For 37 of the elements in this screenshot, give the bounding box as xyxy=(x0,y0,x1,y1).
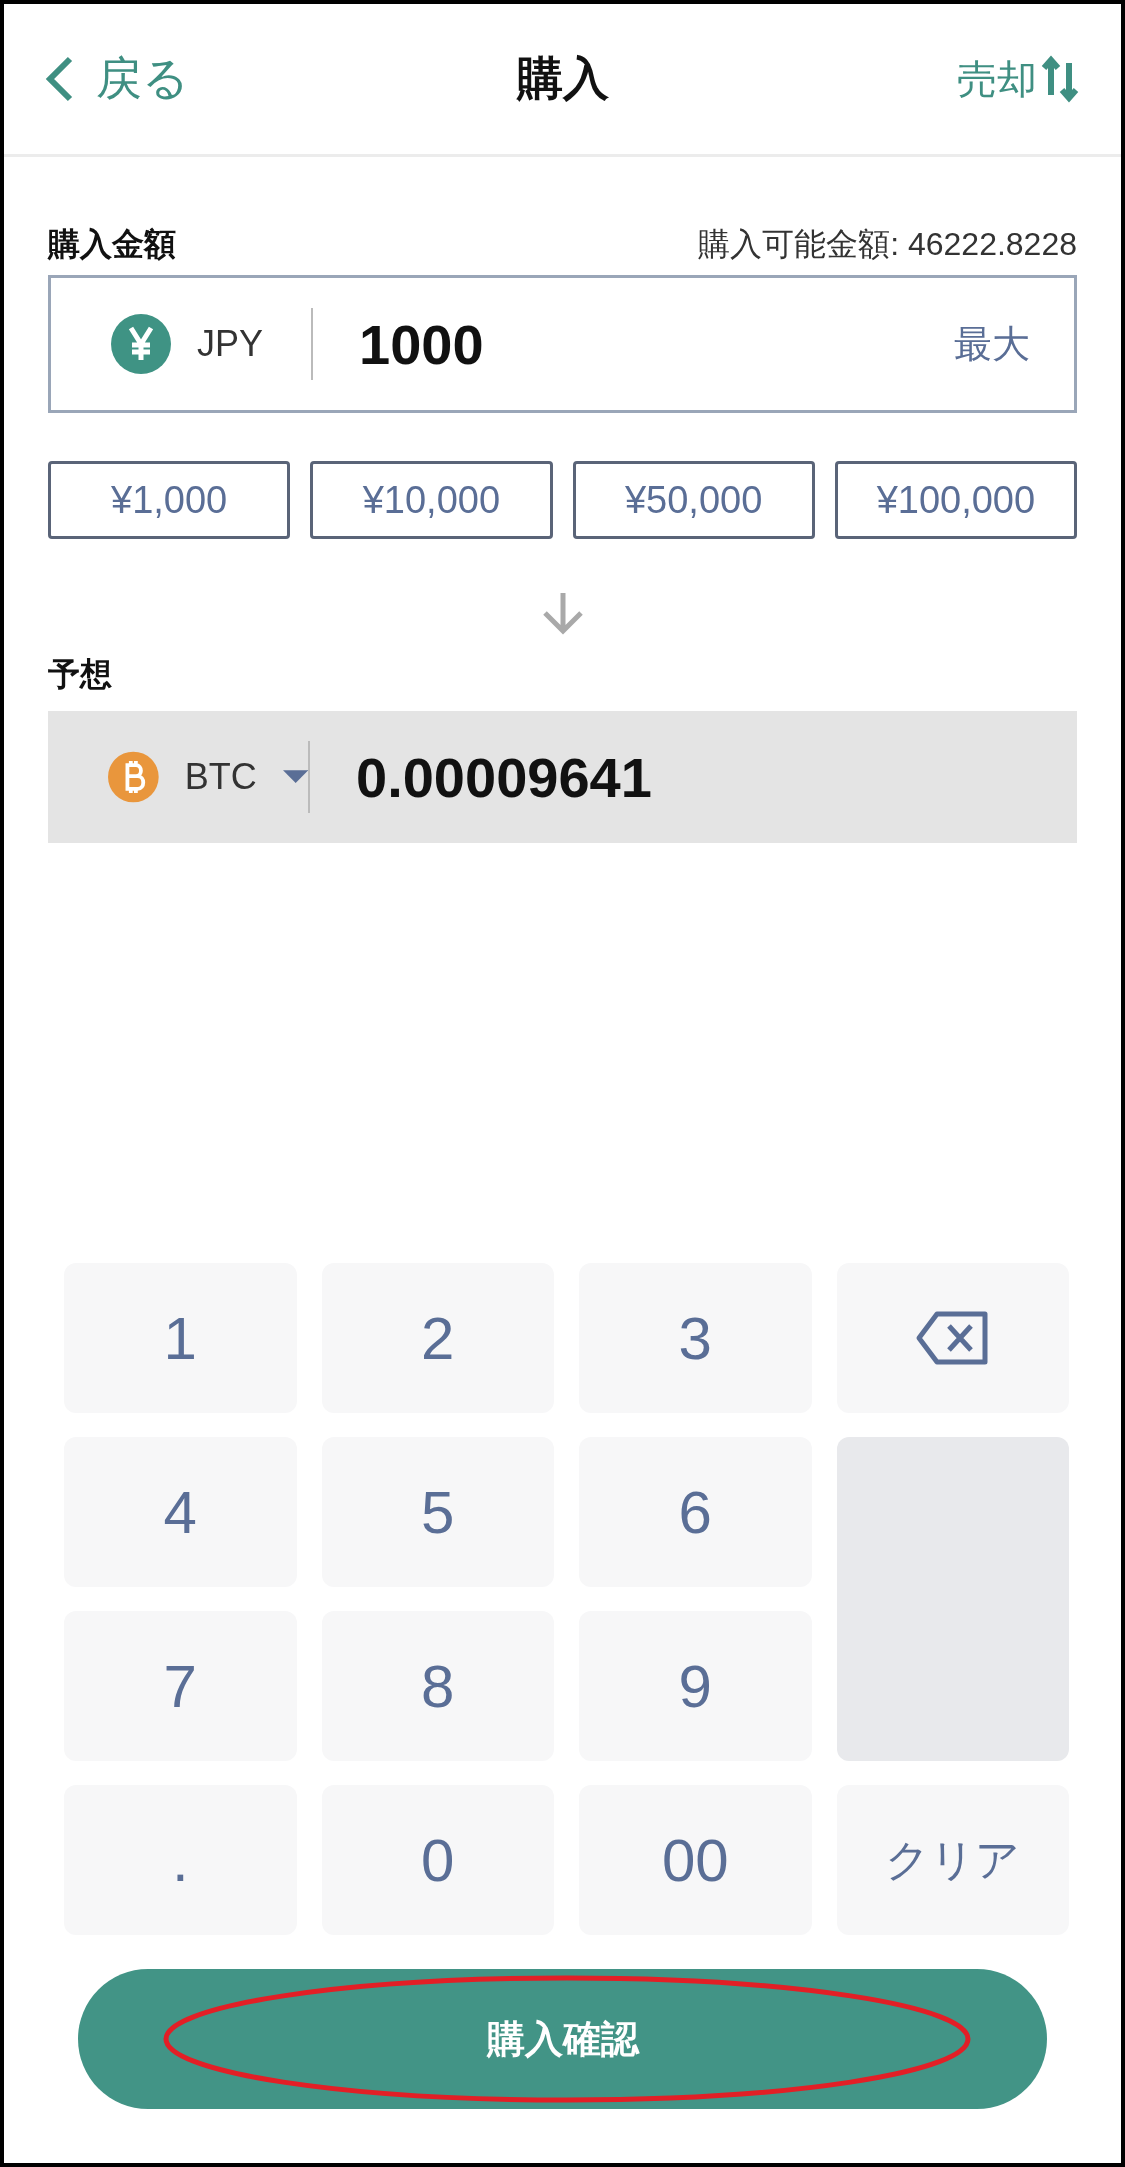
keypad-key[interactable]: 5 xyxy=(321,1437,554,1587)
keypad-key[interactable]: 6 xyxy=(579,1437,812,1587)
backspace-key[interactable] xyxy=(836,1263,1069,1413)
keypad-key[interactable]: 7 xyxy=(64,1611,297,1761)
amount-value: 1000 xyxy=(359,311,485,377)
keypad-key[interactable]: 8 xyxy=(321,1611,554,1761)
estimate-value: 0.00009641 xyxy=(356,744,653,810)
keypad-key[interactable]: . xyxy=(64,1785,297,1935)
preset-amount-button[interactable]: ¥50,000 xyxy=(572,461,815,539)
keypad-key[interactable]: 3 xyxy=(579,1263,812,1413)
dropdown-caret-icon xyxy=(282,769,308,785)
page-title: 購入 xyxy=(515,51,610,106)
keypad-key[interactable]: 1 xyxy=(64,1263,297,1413)
section-label: 購入金額 xyxy=(48,225,176,264)
amount-field[interactable]: JPY 1000 最大 xyxy=(48,275,1077,413)
currency-selector[interactable]: BTC xyxy=(108,747,308,807)
section-label: 予想 xyxy=(48,655,113,694)
yen-coin-icon xyxy=(111,314,171,374)
max-button[interactable]: 最大 xyxy=(954,318,1030,370)
keypad-key[interactable]: 00 xyxy=(579,1785,812,1935)
chevron-left-icon xyxy=(44,55,74,103)
available-amount: 購入可能金額: 46222.8228 xyxy=(698,225,1077,264)
keypad-key[interactable]: 4 xyxy=(64,1437,297,1587)
currency-label: JPY xyxy=(197,323,264,365)
purchase-confirm-button[interactable]: 購入確認 xyxy=(78,1969,1047,2109)
preset-amount-button[interactable]: ¥10,000 xyxy=(310,461,553,539)
keypad-key[interactable]: 9 xyxy=(579,1611,812,1761)
keypad-key[interactable]: 0 xyxy=(321,1785,554,1935)
arrow-down-icon xyxy=(540,591,585,635)
clear-key[interactable]: クリア xyxy=(836,1785,1069,1935)
sell-button[interactable]: 売却 xyxy=(957,51,1081,107)
keypad-key[interactable]: 2 xyxy=(321,1263,554,1413)
back-button[interactable]: 戻る xyxy=(44,48,189,110)
swap-arrows-icon xyxy=(1041,55,1081,103)
backspace-icon xyxy=(914,1310,991,1366)
preset-amount-button[interactable]: ¥100,000 xyxy=(834,461,1077,539)
preset-amount-button[interactable]: ¥1,000 xyxy=(48,461,291,539)
